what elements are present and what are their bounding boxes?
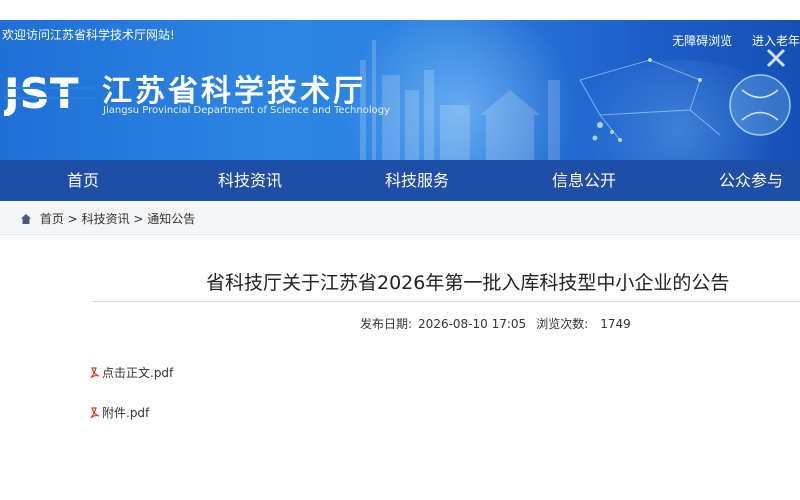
attachment-name: 附件.pdf [102, 406, 150, 420]
breadcrumb: 首页 > 科技资讯 > 通知公告 [20, 210, 195, 228]
attachment-name: 点击正文.pdf [102, 366, 174, 380]
breadcrumb-home[interactable]: 首页 [40, 212, 64, 226]
jst-logo: JST [4, 69, 94, 116]
publish-label: 发布日期: [360, 317, 413, 331]
main-nav: 首页 科技资讯 科技服务 信息公开 公众参与 [0, 160, 800, 201]
breadcrumb-bar: 首页 > 科技资讯 > 通知公告 [0, 201, 800, 235]
nav-item-home[interactable]: 首页 [67, 160, 99, 201]
breadcrumb-notices[interactable]: 通知公告 [147, 212, 195, 226]
logo-text: JST [4, 69, 79, 116]
attachment-link[interactable]: 点击正文.pdf [90, 364, 173, 382]
publish-date: 2026-08-10 17:05 [418, 317, 527, 331]
nav-item-public-participation[interactable]: 公众参与 [719, 160, 783, 201]
top-links: 无障碍浏览 进入老年 [656, 32, 800, 49]
accessibility-link[interactable]: 无障碍浏览 [672, 34, 732, 48]
breadcrumb-separator: > [133, 212, 144, 226]
attachment-link[interactable]: 附件.pdf [90, 404, 149, 422]
pdf-icon [90, 367, 101, 382]
welcome-text: 欢迎访问江苏省科学技术厅网站! [2, 28, 175, 42]
title-divider [92, 301, 800, 302]
views-label: 浏览次数: [536, 317, 589, 331]
home-icon [20, 213, 32, 228]
nav-item-news[interactable]: 科技资讯 [218, 160, 282, 201]
header-banner: 欢迎访问江苏省科学技术厅网站! 无障碍浏览 进入老年 JST 江苏省科学技术厅 … [0, 20, 800, 160]
elder-mode-link[interactable]: 进入老年 [752, 34, 800, 48]
nav-item-services[interactable]: 科技服务 [385, 160, 449, 201]
breadcrumb-separator: > [67, 212, 78, 226]
top-strip [0, 0, 800, 20]
views-count: 1749 [600, 317, 631, 331]
site-title: 江苏省科学技术厅 [102, 74, 366, 109]
site-subtitle: Jiangsu Provincial Department of Science… [103, 105, 390, 116]
breadcrumb-news[interactable]: 科技资讯 [82, 212, 130, 226]
nav-item-info-disclosure[interactable]: 信息公开 [552, 160, 616, 201]
article-meta: 发布日期: 2026-08-10 17:05 浏览次数: 1749 [360, 315, 631, 332]
article-title: 省科技厅关于江苏省2026年第一批入库科技型中小企业的公告 [206, 272, 730, 294]
pdf-icon [90, 407, 101, 422]
